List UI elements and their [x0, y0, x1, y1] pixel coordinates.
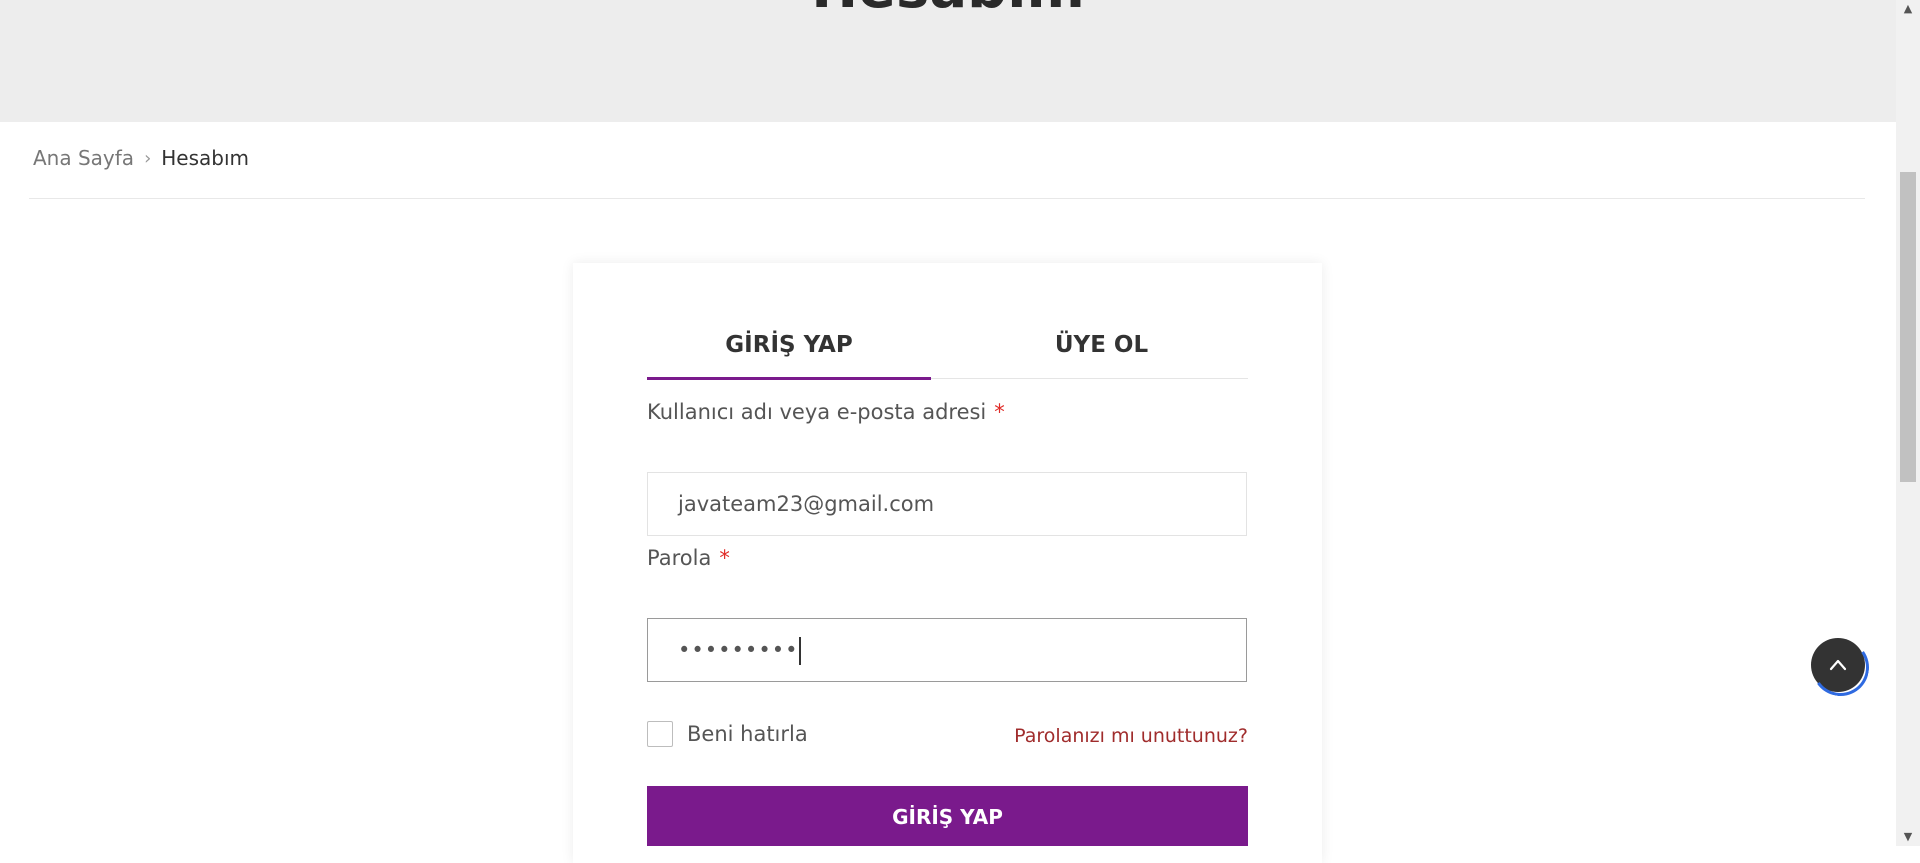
tab-register[interactable]: ÜYE OL [955, 323, 1248, 378]
remember-me[interactable]: Beni hatırla [647, 721, 808, 747]
forgot-password-link[interactable]: Parolanızı mı unuttunuz? [1014, 725, 1248, 747]
password-label: Parola * [647, 546, 730, 570]
remember-checkbox[interactable] [647, 721, 673, 747]
page-hero: Hesabım [0, 0, 1896, 122]
breadcrumb-home-link[interactable]: Ana Sayfa [33, 146, 134, 170]
scroll-to-top-button[interactable] [1811, 638, 1865, 692]
breadcrumb: Ana Sayfa › Hesabım [33, 146, 249, 170]
username-input[interactable]: javateam23@gmail.com [647, 472, 1247, 536]
required-asterisk: * [719, 546, 730, 570]
password-label-text: Parola [647, 546, 712, 570]
username-value: javateam23@gmail.com [678, 492, 935, 516]
password-input[interactable]: ••••••••• [647, 618, 1247, 682]
scrollbar-up-arrow[interactable]: ▲ [1896, 0, 1920, 18]
breadcrumb-current: Hesabım [161, 146, 250, 170]
page-title: Hesabım [0, 0, 1896, 21]
chevron-right-icon: › [144, 147, 152, 169]
breadcrumb-divider [29, 198, 1865, 199]
tab-login[interactable]: GİRİŞ YAP [647, 323, 931, 380]
required-asterisk: * [994, 400, 1005, 424]
page-scrollbar[interactable]: ▲ ▼ [1896, 0, 1920, 846]
username-label-text: Kullanıcı adı veya e-posta adresi [647, 400, 987, 424]
remember-label: Beni hatırla [687, 722, 808, 746]
username-label: Kullanıcı adı veya e-posta adresi * [647, 400, 1005, 424]
password-value: ••••••••• [678, 638, 799, 662]
auth-tabs: GİRİŞ YAP ÜYE OL [647, 323, 1248, 380]
chevron-up-icon [1829, 659, 1847, 671]
text-caret [799, 637, 802, 665]
scrollbar-thumb[interactable] [1900, 172, 1916, 482]
login-card: GİRİŞ YAP ÜYE OL Kullanıcı adı veya e-po… [573, 263, 1322, 863]
scrollbar-down-arrow[interactable]: ▼ [1896, 828, 1920, 846]
login-button[interactable]: GİRİŞ YAP [647, 786, 1248, 846]
